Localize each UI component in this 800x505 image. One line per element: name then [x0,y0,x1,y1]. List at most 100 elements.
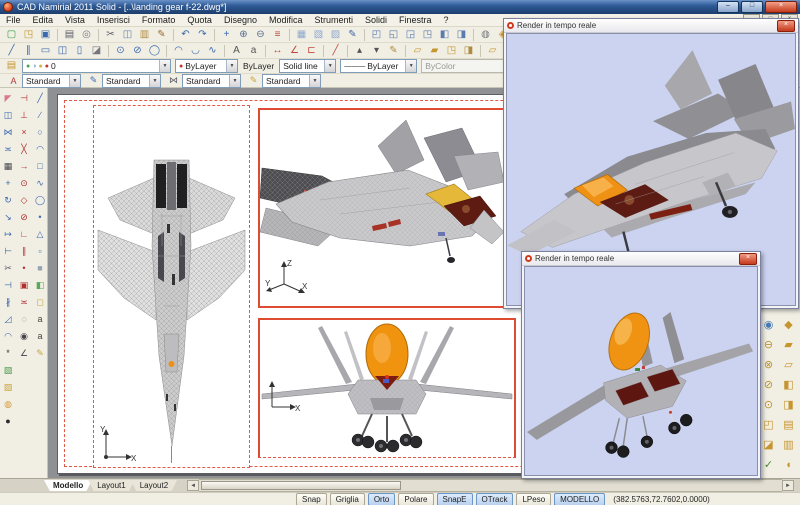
construction-line-icon[interactable]: ∥ [20,43,37,59]
rotate-icon[interactable]: ↻ [0,191,16,208]
dim-style-select[interactable]: Standard ▼ [102,73,161,88]
view-right-icon[interactable]: ◲ [402,27,419,43]
named-views-icon[interactable]: ◍ [477,27,494,43]
toggle-snape[interactable]: SnapE [436,492,473,505]
shade-2d-icon[interactable]: ▦ [293,27,310,43]
layer-properties-icon[interactable]: ▤ [3,58,20,74]
explode-icon[interactable]: * [0,344,16,361]
solid-check-icon[interactable]: ✓ [760,455,778,475]
fillet-icon[interactable]: ◠ [0,327,16,344]
bomb-explode-icon[interactable]: ● [0,412,16,429]
view-iso-se-icon[interactable]: ◧ [436,27,453,43]
draw-line-icon[interactable]: ╱ [32,89,48,106]
osnap-perpendicular-icon[interactable]: ∟ [16,225,32,242]
layer-manager-icon[interactable]: ≡ [269,27,286,43]
undo-icon[interactable]: ↶ [177,27,194,43]
stretch-icon[interactable]: ↦ [0,225,16,242]
new-file-icon[interactable]: ▢ [3,27,20,43]
pan-icon[interactable]: + [218,27,235,43]
osnap-intersection-icon[interactable]: × [16,123,32,140]
linetype-select[interactable]: Solid line ▼ [279,59,337,73]
solid-wedge-icon[interactable]: ◆ [780,315,798,335]
solid-cylinder-icon[interactable]: ▰ [780,335,798,355]
leader-icon[interactable]: ╱ [327,43,344,59]
menu-formato[interactable]: Formato [136,14,182,27]
boundary-icon[interactable]: ▨ [0,378,16,395]
toggle-lpeso[interactable]: LPeso [516,492,552,505]
render-window-1-close-button[interactable]: × [777,19,795,32]
viewport-perspective[interactable]: Z X Y [258,108,506,308]
table-style-icon[interactable]: ⋈ [167,75,180,87]
shade-box-icon[interactable]: ■ [32,259,48,276]
save-file-icon[interactable]: ▣ [37,27,54,43]
toggle-otrack[interactable]: OTrack [475,492,514,505]
solid-thicken-icon[interactable]: ◪ [760,435,778,455]
scale-icon[interactable]: ↘ [0,208,16,225]
lengthen-icon[interactable]: ⊢ [0,242,16,259]
arc-3p-icon[interactable]: ◡ [187,43,204,59]
point-style-icon[interactable]: ✎ [385,43,402,59]
block-attributes-icon[interactable]: ◳ [443,43,460,59]
osnap-parallel-icon[interactable]: ∥ [16,242,32,259]
solid-polysolid-icon[interactable]: ▤ [780,415,798,435]
toggle-snap[interactable]: Snap [296,492,327,505]
circle-center-icon[interactable]: ⊙ [112,43,129,59]
solid-sphere-icon[interactable]: ◧ [780,375,798,395]
solid-sweep-icon[interactable]: ◖ [780,455,798,475]
osnap-apparent-icon[interactable]: ╳ [16,140,32,157]
circle-tan-icon[interactable]: ◯ [146,43,163,59]
cut-icon[interactable]: ✂ [102,27,119,43]
tab-layout1[interactable]: Layout1 [88,480,135,491]
spline-icon[interactable]: ∿ [204,43,221,59]
osnap-insert-icon[interactable]: ▣ [16,276,32,293]
zoom-previous-icon[interactable]: ⊖ [252,27,269,43]
hatch-icon[interactable]: ◪ [88,43,105,59]
solid-imprint-icon[interactable]: ◰ [760,415,778,435]
scroll-left-arrow-icon[interactable]: ◄ [187,480,200,491]
draw-ellipse-icon[interactable]: ◯ [32,191,48,208]
named-a2-icon[interactable]: a [32,327,48,344]
block-create-icon[interactable]: ▱ [409,43,426,59]
match-properties-icon[interactable]: ✎ [153,27,170,43]
viewport-top-view[interactable]: Y X [93,105,250,468]
menu-vista[interactable]: Vista [59,14,91,27]
render-view-2[interactable] [524,266,758,476]
mleader-style-icon[interactable]: ✎ [247,75,260,87]
text-mtext-icon[interactable]: a [245,43,262,59]
rectangle-icon[interactable]: ▭ [37,43,54,59]
draw-arc-icon[interactable]: ◠ [32,140,48,157]
mirror-icon[interactable]: ⋈ [0,123,16,140]
solid-torus-icon[interactable]: ◨ [780,395,798,415]
line-icon[interactable]: ╱ [3,43,20,59]
osnap-endpoint-icon[interactable]: ⊣ [16,89,32,106]
arc-icon[interactable]: ◠ [170,43,187,59]
shade-hidden-icon[interactable]: ▧ [310,27,327,43]
osnap-midpoint-icon[interactable]: ⊥ [16,106,32,123]
horizontal-scrollbar[interactable]: ◄ ► [187,479,794,492]
view-top-icon[interactable]: ◰ [368,27,385,43]
copy-icon[interactable]: ◫ [0,106,16,123]
tool-balloon-icon[interactable]: ◻ [32,293,48,310]
dim-angular-icon[interactable]: ∠ [286,43,303,59]
draw-region-icon[interactable]: ▫ [32,242,48,259]
offset-icon[interactable]: ≍ [0,140,16,157]
move-icon[interactable]: + [0,174,16,191]
block-insert-icon[interactable]: ▰ [426,43,443,59]
tool-green-icon[interactable]: ◧ [32,276,48,293]
array-icon[interactable]: ▦ [0,157,16,174]
erase-icon[interactable]: ◤ [0,89,16,106]
copy-clip-icon[interactable]: ◫ [119,27,136,43]
toggle-polare[interactable]: Polare [398,492,434,505]
scroll-right-arrow-icon[interactable]: ► [782,480,794,491]
render-window-2-titlebar[interactable]: Render in tempo reale × [522,252,760,266]
multiline-icon[interactable]: ◫ [54,43,71,59]
menu-solidi[interactable]: Solidi [359,14,393,27]
text-style-select[interactable]: Standard ▼ [22,73,81,88]
view-iso-ne-icon[interactable]: ◨ [453,27,470,43]
polar-tracking-icon[interactable]: ∠ [16,344,32,361]
render-window-1-titlebar[interactable]: Render in tempo reale × [504,19,798,33]
menu-edita[interactable]: Edita [27,14,60,27]
tab-layout2[interactable]: Layout2 [130,480,178,491]
draw-rect-icon[interactable]: □ [32,157,48,174]
lineweight-select[interactable]: ——— ByLayer ▼ [340,59,418,73]
